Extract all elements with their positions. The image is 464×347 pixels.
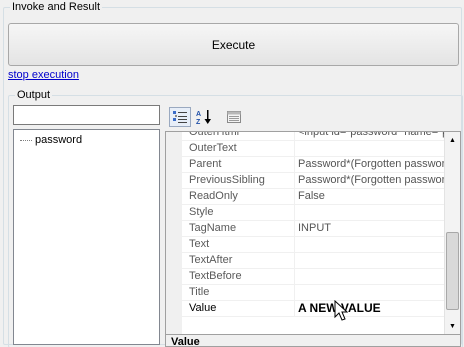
property-name: TagName (182, 221, 295, 236)
execute-button[interactable]: Execute (8, 23, 459, 66)
property-row[interactable]: Title (182, 285, 445, 301)
property-name: Parent (182, 157, 295, 172)
property-pages-button[interactable] (223, 107, 245, 127)
property-value[interactable] (295, 285, 445, 300)
property-value[interactable]: <input id="password" name="pa (295, 132, 445, 140)
invoke-and-result-group: Invoke and Result Execute stop execution… (3, 1, 463, 347)
output-group-title: Output (15, 89, 53, 102)
property-row[interactable]: ReadOnly False (182, 189, 445, 205)
property-row[interactable]: TagName INPUT (182, 221, 445, 237)
property-value[interactable] (295, 205, 445, 220)
property-name: TextAfter (182, 253, 295, 268)
property-row[interactable]: TextAfter (182, 253, 445, 269)
property-grid[interactable]: OuterHtml <input id="password" name="pa Ou… (165, 131, 461, 335)
svg-text:Z: Z (196, 119, 201, 125)
property-row[interactable]: OuterHtml <input id="password" name="pa (182, 132, 445, 141)
property-name: Value (182, 301, 295, 316)
tree-connector-line (20, 139, 32, 141)
property-grid-scrollbar[interactable]: ▲ ▼ (444, 132, 460, 334)
property-name: OuterHtml (182, 132, 295, 140)
tree-item[interactable]: password (20, 134, 82, 146)
categorized-button[interactable] (169, 107, 191, 127)
scroll-down-arrow-icon[interactable]: ▼ (445, 318, 460, 334)
property-name: Text (182, 237, 295, 252)
stop-execution-link[interactable]: stop execution (8, 69, 79, 81)
property-row[interactable]: Value A NEW VALUE (182, 301, 445, 317)
property-name: TextBefore (182, 269, 295, 284)
property-name: OuterText (182, 141, 295, 156)
property-value[interactable] (295, 253, 445, 268)
property-row[interactable]: Text (182, 237, 445, 253)
property-name: ReadOnly (182, 189, 295, 204)
mouse-cursor-icon (334, 300, 348, 321)
property-name: Title (182, 285, 295, 300)
property-row[interactable]: PreviousSibling Password*(Forgotten passw… (182, 173, 445, 189)
output-tree[interactable]: password (13, 129, 160, 345)
categorized-icon (173, 111, 187, 123)
property-value[interactable]: INPUT (295, 221, 445, 236)
property-value[interactable] (295, 141, 445, 156)
alphabetical-button[interactable]: A Z (193, 107, 215, 127)
output-filter-input[interactable] (13, 105, 160, 125)
property-value[interactable] (295, 269, 445, 284)
alphabetical-sort-icon: A Z (196, 110, 211, 125)
property-grid-gutter (166, 132, 182, 334)
property-value[interactable]: Password*(Forgotten password' (295, 157, 445, 172)
property-row[interactable]: Parent Password*(Forgotten password' (182, 157, 445, 173)
property-description-pane: Value (165, 335, 461, 347)
scroll-up-arrow-icon[interactable]: ▲ (445, 132, 460, 148)
tree-item-label: password (35, 134, 83, 146)
property-grid-toolbar: A Z (165, 105, 461, 127)
property-value[interactable] (295, 237, 445, 252)
property-name: PreviousSibling (182, 173, 295, 188)
property-value[interactable]: Password*(Forgotten password' (295, 173, 445, 188)
property-value[interactable]: False (295, 189, 445, 204)
property-row[interactable]: OuterText (182, 141, 445, 157)
invoke-group-title: Invoke and Result (10, 1, 103, 14)
property-row[interactable]: TextBefore (182, 269, 445, 285)
property-row[interactable]: Style (182, 205, 445, 221)
description-title: Value (171, 336, 200, 347)
property-value[interactable]: A NEW VALUE (295, 301, 445, 316)
property-rows: OuterHtml <input id="password" name="pa Ou… (182, 132, 445, 317)
svg-text:A: A (196, 111, 201, 118)
scrollbar-thumb[interactable] (446, 232, 459, 310)
property-name: Style (182, 205, 295, 220)
property-pages-icon (227, 111, 241, 123)
output-group: Output password A Z OuterHtml <input id=… (8, 89, 463, 347)
